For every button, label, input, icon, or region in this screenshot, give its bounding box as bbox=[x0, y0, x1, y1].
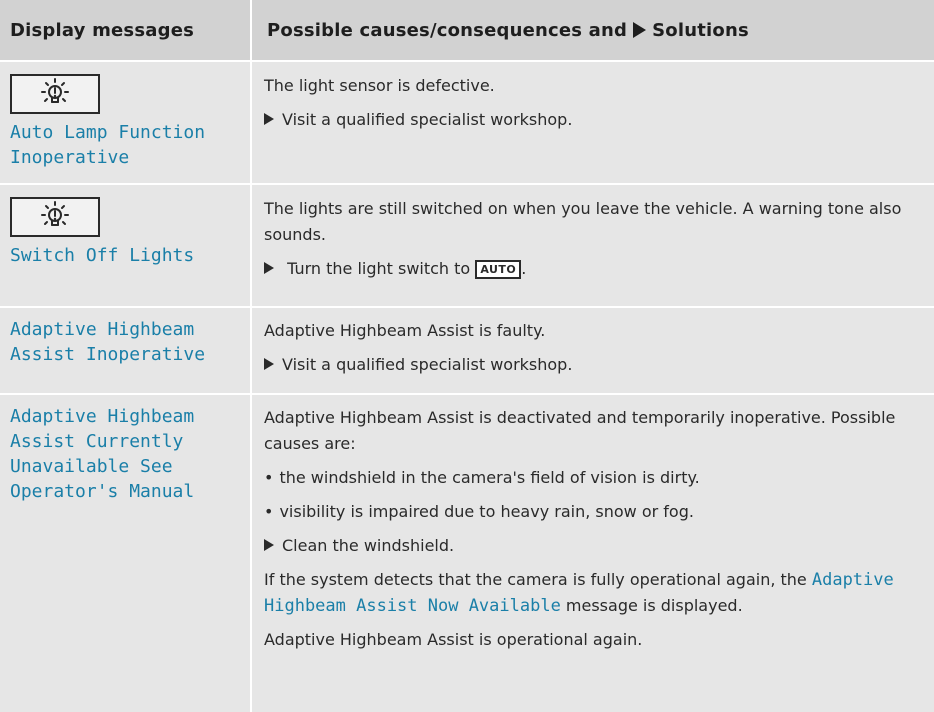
solution-cell: The lights are still switched on when yo… bbox=[252, 185, 934, 306]
light-bulb-warning-icon bbox=[10, 197, 100, 237]
header-causes-label: Possible causes/consequences and bbox=[267, 19, 628, 41]
cause-bullet: visibility is impaired due to heavy rain… bbox=[264, 499, 922, 525]
solution-arrow-icon bbox=[633, 22, 647, 38]
status-text: Adaptive Highbeam Assist is operational … bbox=[264, 630, 643, 649]
display-message-line: Inoperative bbox=[10, 147, 130, 168]
table-row: Adaptive Highbeam Assist Inoperative Ada… bbox=[0, 308, 934, 395]
message-cell: Adaptive Highbeam Assist Inoperative bbox=[0, 308, 252, 393]
message-cell: Switch Off Lights bbox=[0, 185, 252, 306]
cause-text: The light sensor is defective. bbox=[264, 76, 495, 95]
followup-text: If the system detects that the camera is… bbox=[264, 567, 922, 619]
solution-cell: Adaptive Highbeam Assist is faulty. Visi… bbox=[252, 308, 934, 393]
header-cell-causes: Possible causes/consequences and Solutio… bbox=[252, 0, 934, 60]
solution-step: Clean the windshield. bbox=[264, 533, 922, 559]
cause-text: Adaptive Highbeam Assist is deactivated … bbox=[264, 408, 896, 453]
auto-key-symbol: AUTO bbox=[475, 260, 522, 279]
table-row: Auto Lamp Function Inoperative The light… bbox=[0, 62, 934, 185]
display-message-line: Adaptive Highbeam bbox=[10, 406, 195, 427]
message-cell: Adaptive Highbeam Assist Currently Unava… bbox=[0, 395, 252, 712]
display-message-line: Assist Inoperative bbox=[10, 344, 206, 365]
solution-cell: Adaptive Highbeam Assist is deactivated … bbox=[252, 395, 934, 712]
cause-text: The lights are still switched on when yo… bbox=[264, 199, 902, 244]
light-bulb-warning-icon bbox=[10, 74, 100, 114]
table-row: Switch Off Lights The lights are still s… bbox=[0, 185, 934, 308]
display-message-line: Operator's Manual bbox=[10, 481, 195, 502]
solution-step: Visit a qualified specialist workshop. bbox=[264, 107, 922, 133]
table-header: Display messages Possible causes/consequ… bbox=[0, 0, 934, 62]
solution-step: Turn the light switch to AUTO. bbox=[264, 256, 922, 282]
cause-bullet: the windshield in the camera's field of … bbox=[264, 465, 922, 491]
header-solutions-label: Solutions bbox=[652, 19, 749, 41]
followup-text-end: message is displayed. bbox=[565, 596, 743, 615]
solution-cell: The light sensor is defective. Visit a q… bbox=[252, 62, 934, 183]
header-cell-display-messages: Display messages bbox=[0, 0, 252, 60]
display-message-line: Auto Lamp Function bbox=[10, 122, 206, 143]
solution-step-text: Turn the light switch to bbox=[287, 259, 471, 278]
solution-step: Visit a qualified specialist workshop. bbox=[264, 352, 922, 378]
message-cell: Auto Lamp Function Inoperative bbox=[0, 62, 252, 183]
display-message-line: Switch Off Lights bbox=[10, 245, 195, 266]
solution-step-end: . bbox=[521, 259, 527, 278]
display-message-line: Adaptive Highbeam bbox=[10, 319, 195, 340]
display-message-line: Assist Currently bbox=[10, 431, 184, 452]
display-message-line: Unavailable See bbox=[10, 456, 173, 477]
header-display-messages: Display messages bbox=[10, 19, 195, 41]
cause-text: Adaptive Highbeam Assist is faulty. bbox=[264, 321, 546, 340]
display-messages-table: Display messages Possible causes/consequ… bbox=[0, 0, 934, 712]
followup-text-start: If the system detects that the camera is… bbox=[264, 570, 807, 589]
table-row: Adaptive Highbeam Assist Currently Unava… bbox=[0, 395, 934, 712]
